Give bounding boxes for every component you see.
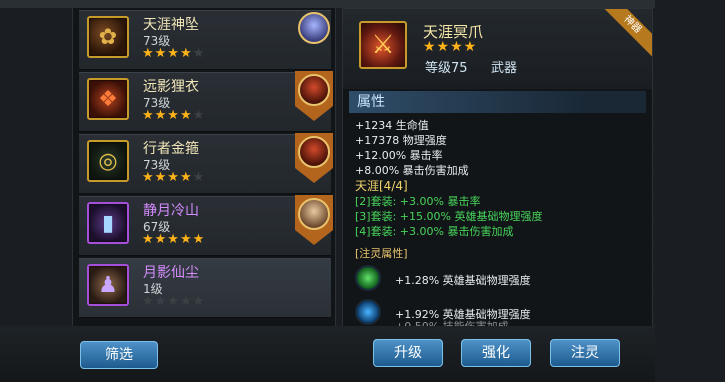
spirit-item: +1.28% 英雄基础物理强度 bbox=[355, 265, 635, 295]
attribute-line: +8.00% 暴击伤害加成 bbox=[355, 164, 469, 177]
list-item[interactable]: ❖ 远影狸衣 73级 ★★★★★ bbox=[79, 71, 333, 132]
ribbon-label: 神器 bbox=[598, 9, 652, 59]
ring-icon: ◎ bbox=[87, 140, 129, 182]
attribute-line: +1234 生命值 bbox=[355, 119, 429, 132]
list-item[interactable]: ✿ 天涯神坠 73级 ★★★★★ bbox=[79, 10, 331, 70]
item-list-panel[interactable]: ✿ 天涯神坠 73级 ★★★★★ ❖ 远影狸衣 73级 ★★★★★ ◎ 行者金箍… bbox=[72, 8, 336, 326]
woman-portrait-icon bbox=[298, 198, 330, 230]
spirit-text: +1.28% 英雄基础物理强度 bbox=[395, 274, 531, 287]
section-title: 属性 bbox=[349, 91, 646, 113]
filter-button[interactable]: 筛选 bbox=[80, 341, 158, 369]
star-rating: ★★★★★ bbox=[142, 294, 206, 309]
upgrade-button[interactable]: 升级 bbox=[373, 339, 443, 367]
hero-badge bbox=[295, 71, 335, 123]
hero-badge bbox=[295, 195, 335, 247]
attribute-line: +12.00% 暴击率 bbox=[355, 149, 443, 162]
top-frame bbox=[0, 0, 725, 8]
detail-type: 武器 bbox=[491, 61, 518, 76]
star-rating: ★★★★★ bbox=[142, 170, 206, 185]
set-bonus-line: [2]套装: +3.00% 暴击率 bbox=[355, 195, 481, 208]
spirit-title: [注灵属性] bbox=[355, 247, 408, 260]
star-rating: ★★★★★ bbox=[142, 108, 206, 123]
star-rating: ★★★★★ bbox=[142, 46, 206, 61]
hero-badge bbox=[295, 9, 335, 61]
item-name: 月影仙尘 bbox=[143, 265, 199, 281]
spirit-item: +1.92% 英雄基础物理强度 +0.50% 技能伤害加成 bbox=[355, 299, 635, 327]
detail-level: 等级75 bbox=[425, 61, 468, 76]
item-name: 天涯神坠 bbox=[143, 17, 199, 33]
star-rating: ★★★★★ bbox=[142, 232, 206, 247]
enhance-button[interactable]: 强化 bbox=[461, 339, 531, 367]
set-bonus-line: [4]套装: +3.00% 暴击伤害加成 bbox=[355, 225, 514, 238]
armor-icon: ❖ bbox=[87, 78, 129, 120]
right-frame bbox=[655, 0, 725, 382]
set-title: 天涯[4/4] bbox=[355, 179, 408, 193]
beast-portrait-icon bbox=[298, 74, 330, 106]
boots-icon: ▮ bbox=[87, 202, 129, 244]
spirit-orb-icon bbox=[355, 265, 381, 291]
pendant-icon: ✿ bbox=[87, 16, 129, 58]
mage-portrait-icon bbox=[298, 12, 330, 44]
item-name: 远影狸衣 bbox=[143, 79, 199, 95]
list-item[interactable]: ◎ 行者金箍 73级 ★★★★★ bbox=[79, 133, 333, 194]
detail-header: ⚔ 天涯冥爪 ★★★★ 等级75 武器 神器 bbox=[343, 9, 652, 89]
item-name: 静月冷山 bbox=[143, 203, 199, 219]
spirit-orb-icon bbox=[355, 299, 381, 325]
beast-portrait-icon bbox=[298, 136, 330, 168]
cloak-icon: ♟ bbox=[87, 264, 129, 306]
spirit-button[interactable]: 注灵 bbox=[550, 339, 620, 367]
artifact-ribbon: 神器 bbox=[592, 9, 652, 69]
list-item[interactable]: ♟ 月影仙尘 1级 ★★★★★ bbox=[79, 258, 331, 318]
hero-badge bbox=[295, 133, 335, 185]
list-item[interactable]: ▮ 静月冷山 67级 ★★★★★ bbox=[79, 195, 333, 256]
item-detail-panel: ⚔ 天涯冥爪 ★★★★ 等级75 武器 神器 属性 +1234 生命值 +173… bbox=[342, 8, 653, 328]
claw-weapon-icon: ⚔ bbox=[359, 21, 407, 69]
detail-star-rating: ★★★★ bbox=[423, 39, 478, 55]
attribute-line: +17378 物理强度 bbox=[355, 134, 447, 147]
item-name: 行者金箍 bbox=[143, 141, 199, 157]
set-bonus-line: [3]套装: +15.00% 英雄基础物理强度 bbox=[355, 210, 543, 223]
